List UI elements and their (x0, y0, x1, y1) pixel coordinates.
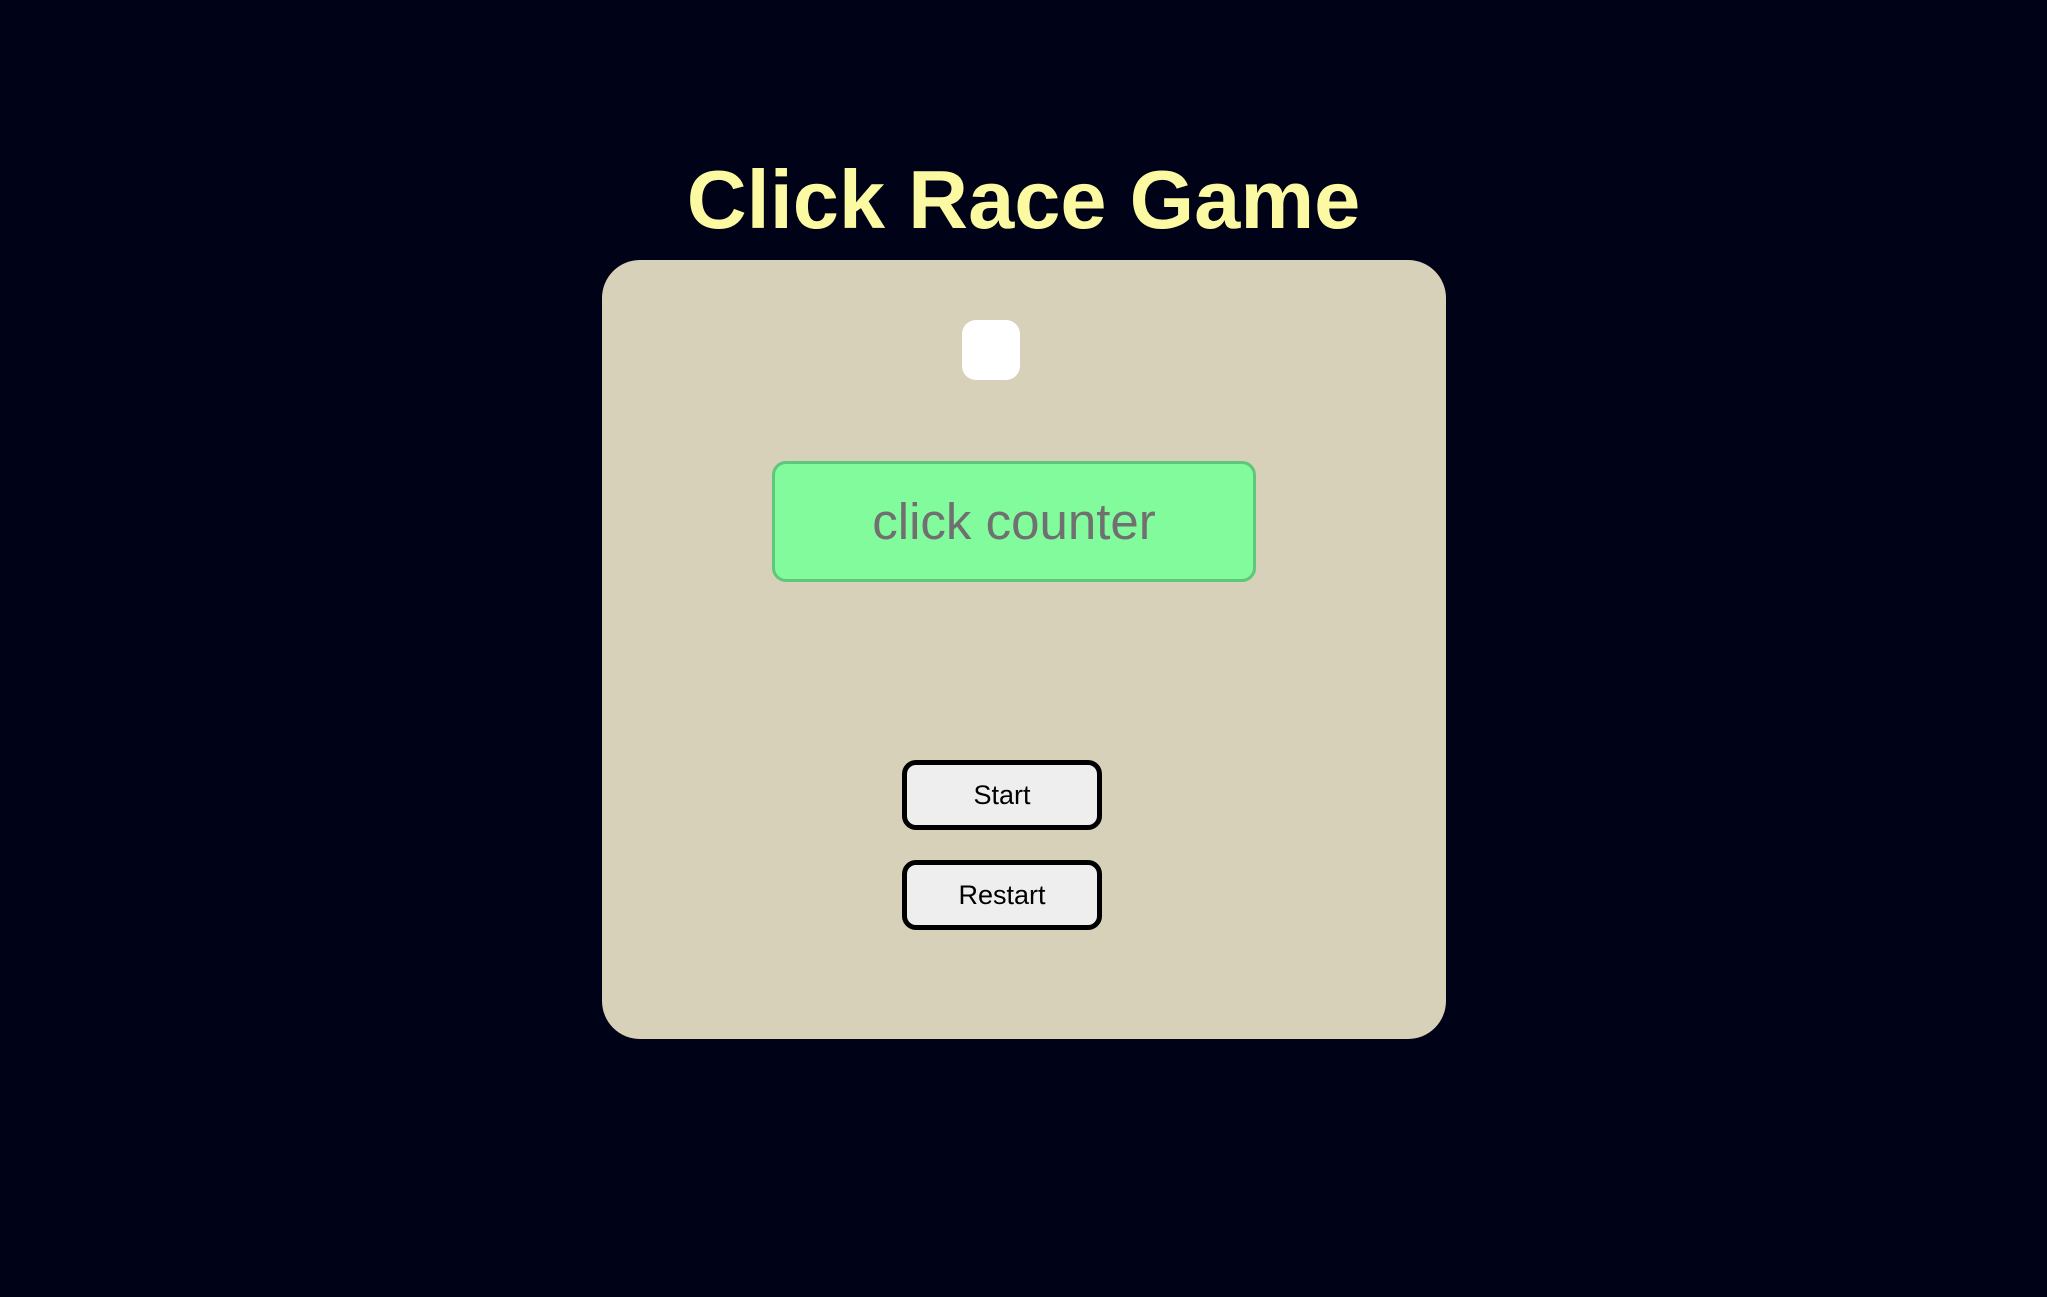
game-panel: Start Restart (602, 260, 1446, 1039)
timer-display (962, 320, 1020, 380)
restart-button[interactable]: Restart (902, 860, 1102, 930)
page-title: Click Race Game (686, 153, 1361, 246)
click-counter-field[interactable] (772, 461, 1256, 582)
start-button[interactable]: Start (902, 760, 1102, 830)
